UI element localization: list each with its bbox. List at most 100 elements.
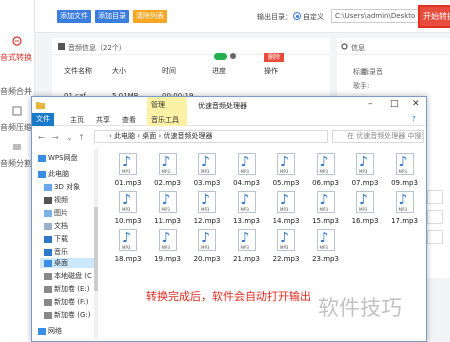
file-name: 20.mp3 xyxy=(193,255,221,263)
address-bar[interactable]: › 此电脑 › 桌面 › 优速音频处理器 xyxy=(94,130,328,143)
nav-documents[interactable]: 文档 xyxy=(44,221,68,231)
nav-label: 网络 xyxy=(48,327,62,335)
file-type-label: MP3 xyxy=(201,207,210,212)
nav-this-pc[interactable]: 此电脑 xyxy=(38,169,69,179)
nav-label: 本地磁盘 (C xyxy=(54,272,92,280)
add-folder-button[interactable]: 添加目录 xyxy=(95,10,129,23)
file-type-label: MP3 xyxy=(359,207,368,212)
sidebar-item-split[interactable]: 音频分割 xyxy=(0,158,35,169)
chevron-down-icon[interactable]: ⌄ xyxy=(66,133,73,142)
nav-disk-g[interactable]: 新加卷 (G:) xyxy=(44,310,90,320)
file-item[interactable]: ♪ MP3 02.mp3 xyxy=(152,153,182,191)
output-path-input[interactable]: C:\Users\admin\Deskto xyxy=(331,9,423,23)
nav-pictures[interactable]: 图片 xyxy=(44,208,68,218)
sidebar: 音式转换 音频合并 音频压缩 音频分割 xyxy=(0,0,35,342)
file-item[interactable]: ♪ MP3 01.mp3 xyxy=(112,153,142,191)
nav-disk-c[interactable]: 本地磁盘 (C xyxy=(44,271,92,281)
file-name: 05.mp3 xyxy=(272,179,300,187)
up-icon[interactable]: ↑ xyxy=(78,133,85,142)
file-item[interactable]: ♪ MP3 11.mp3 xyxy=(152,191,182,229)
help-icon[interactable]: ? xyxy=(412,115,416,123)
file-name: 19.mp3 xyxy=(154,255,181,263)
tab-file[interactable]: 文件 xyxy=(32,113,54,126)
download-icon xyxy=(44,235,52,243)
sidebar-item-merge[interactable]: 音频合并 xyxy=(0,86,35,97)
explorer-titlebar: 优速音频处理器 – □ ✕ xyxy=(32,97,426,113)
file-item[interactable]: ♪ MP3 12.mp3 xyxy=(191,191,221,229)
music-note-icon: ♪ xyxy=(319,230,329,246)
nav-disk-f[interactable]: 新加卷 (F:) xyxy=(44,297,89,307)
file-type-label: MP3 xyxy=(201,169,210,174)
forward-icon[interactable]: → xyxy=(52,133,59,142)
right-box[interactable] xyxy=(427,190,443,204)
file-item[interactable]: ♪ MP3 17.mp3 xyxy=(389,191,419,229)
add-file-button[interactable]: 添加文件 xyxy=(57,10,91,23)
nav-music[interactable]: 音乐 xyxy=(44,247,68,257)
tab-share[interactable]: 共享 xyxy=(96,115,110,125)
file-item[interactable]: ♪ MP3 09.mp3 xyxy=(389,153,419,191)
back-icon[interactable]: ← xyxy=(38,133,45,142)
file-name: 02.mp3 xyxy=(154,179,181,187)
file-item[interactable]: ♪ MP3 03.mp3 xyxy=(191,153,221,191)
file-list-title: 音频信息（22个） xyxy=(68,44,126,52)
file-item[interactable]: ♪ MP3 07.mp3 xyxy=(349,153,379,191)
file-item[interactable]: ♪ MP3 05.mp3 xyxy=(270,153,300,191)
tab-view[interactable]: 查看 xyxy=(122,115,136,125)
right-box[interactable] xyxy=(427,230,443,244)
nav-disk-e[interactable]: 新加卷 (E:) xyxy=(44,284,89,294)
progress-dot xyxy=(230,53,236,59)
music-note-icon: ♪ xyxy=(240,154,250,170)
compress-icon xyxy=(12,106,22,116)
nav-label: 图片 xyxy=(54,209,68,217)
music-note-icon: ♪ xyxy=(240,192,250,208)
nav-network[interactable]: 网络 xyxy=(38,326,62,336)
delete-button[interactable]: 删除 xyxy=(264,53,284,62)
minimize-icon[interactable]: – xyxy=(368,99,373,109)
tab-home[interactable]: 主页 xyxy=(70,115,84,125)
file-item[interactable]: ♪ MP3 20.mp3 xyxy=(191,229,221,267)
file-item[interactable]: ♪ MP3 15.mp3 xyxy=(310,191,340,229)
music-note-icon: ♪ xyxy=(161,192,171,208)
file-name: 01.mp3 xyxy=(114,179,142,187)
file-name: 17.mp3 xyxy=(391,217,418,225)
file-item[interactable]: ♪ MP3 16.mp3 xyxy=(349,191,379,229)
nav-wps[interactable]: WPS网盘 xyxy=(38,153,78,163)
nav-label: 文档 xyxy=(54,222,68,230)
music-note-icon: ♪ xyxy=(201,154,210,170)
file-item[interactable]: ♪ MP3 13.mp3 xyxy=(231,191,261,229)
nav-desktop[interactable]: 桌面 xyxy=(40,258,96,268)
navigation-pane: WPS网盘 此电脑 3D 对象 视频 图片 文档 下载 音乐 桌面 本地磁盘 (… xyxy=(32,147,98,341)
maximize-icon[interactable]: □ xyxy=(390,99,399,109)
progress-toggle[interactable] xyxy=(214,53,227,60)
tab-music-tools[interactable]: 音乐工具 xyxy=(151,115,179,125)
file-name: 23.mp3 xyxy=(312,255,339,263)
file-name: 15.mp3 xyxy=(312,217,339,225)
file-item[interactable]: ♪ MP3 21.mp3 xyxy=(231,229,261,267)
file-type-label: MP3 xyxy=(161,207,170,212)
close-icon[interactable]: ✕ xyxy=(412,99,420,109)
file-item[interactable]: ♪ MP3 06.mp3 xyxy=(310,153,340,191)
tab-manage[interactable]: 管理 xyxy=(151,100,165,110)
file-item[interactable]: ♪ MP3 23.mp3 xyxy=(310,229,340,267)
file-name: 03.mp3 xyxy=(193,179,221,187)
sidebar-item-compress[interactable]: 音频压缩 xyxy=(0,122,35,133)
nav-downloads[interactable]: 下载 xyxy=(44,234,68,244)
file-item[interactable]: ♪ MP3 04.mp3 xyxy=(231,153,261,191)
picture-icon xyxy=(44,209,52,217)
file-item[interactable]: ♪ MP3 22.mp3 xyxy=(270,229,300,267)
file-item[interactable]: ♪ MP3 19.mp3 xyxy=(152,229,182,267)
right-box[interactable] xyxy=(427,210,443,224)
start-convert-button[interactable]: 开始转换 xyxy=(418,5,450,28)
custom-radio[interactable] xyxy=(293,12,301,20)
file-item[interactable]: ♪ MP3 14.mp3 xyxy=(270,191,300,229)
file-item[interactable]: ♪ MP3 10.mp3 xyxy=(112,191,142,229)
nav-videos[interactable]: 视频 xyxy=(44,195,68,205)
nav-label: 3D 对象 xyxy=(54,183,81,191)
music-note-icon: ♪ xyxy=(280,192,289,208)
file-item[interactable]: ♪ MP3 18.mp3 xyxy=(112,229,142,267)
caption: 转换完成后，软件会自动打开输出 xyxy=(146,290,311,303)
search-input[interactable]: 在 优速音频处理器 中搜索 xyxy=(332,130,424,143)
nav-3d[interactable]: 3D 对象 xyxy=(44,182,80,192)
clear-list-button[interactable]: 清除列表 xyxy=(133,10,167,23)
sidebar-item-convert[interactable]: 音式转换 xyxy=(0,52,35,63)
